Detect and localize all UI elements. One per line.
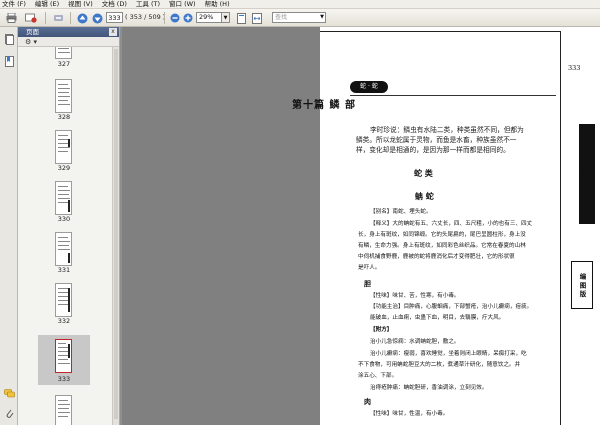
body-line: 【性味】味甘、苦，性寒，有小毒。	[370, 293, 460, 299]
thumbnail-page[interactable]: 328	[38, 76, 90, 122]
pages-panel-title: 页面	[26, 28, 39, 36]
menu-view[interactable]: 视图 (V)	[68, 0, 93, 9]
pages-panel-icon[interactable]	[3, 33, 15, 45]
fit-width-icon[interactable]	[251, 12, 263, 24]
header-emblem: 蛇 · 蛇	[350, 81, 388, 93]
bookmarks-icon[interactable]	[3, 55, 15, 67]
menu-help[interactable]: 帮助 (H)	[205, 0, 230, 9]
menu-edit[interactable]: 编辑 (E)	[35, 0, 59, 9]
comments-icon[interactable]	[3, 387, 15, 399]
thumbnail-label: 331	[57, 266, 71, 274]
section-title: 蛇 类	[414, 168, 433, 178]
zoom-out-icon[interactable]	[169, 12, 181, 24]
thumbnail-label: 329	[57, 164, 71, 172]
body-line: 【性味】味甘，性温，有小毒。	[370, 411, 449, 417]
thumbnail-scrollbar[interactable]	[112, 47, 119, 425]
close-icon[interactable]: x	[109, 28, 117, 36]
toolbar-separator	[164, 12, 165, 24]
body-line: 【别名】南蛇、埋头蛇。	[370, 209, 432, 215]
body-line: 【功能主治】目肿痛，心腹蛔痛，下部蟹疮，治小儿癫痫，疳痰。	[370, 304, 533, 310]
fit-page-icon[interactable]	[235, 12, 247, 24]
print-icon[interactable]	[4, 12, 18, 24]
fufang-label: 【附方】	[370, 327, 393, 333]
zoom-in-icon[interactable]	[182, 12, 194, 24]
thumbnail-page[interactable]: 327	[38, 47, 90, 71]
thumbnail-label: 333	[57, 375, 71, 383]
intro-line: 鳞类。所以龙蛇属于灵物，而鱼是水畜，种族虽然不一	[356, 136, 517, 144]
heading-rou: 肉	[364, 397, 371, 406]
thumbnail-label: 330	[57, 215, 71, 223]
page-margin-strip	[561, 32, 600, 425]
edition-label: 编 图 版	[571, 261, 593, 309]
thumbnail-label: 328	[57, 113, 71, 121]
thumbnail-page[interactable]: 329	[38, 127, 90, 173]
toolbar: 333 ( 353 / 509 ) 29% ▼ 查找 ▼	[0, 9, 600, 27]
body-line: 治小儿急惊痫：水调蚺蛇胆，敷之。	[370, 339, 460, 345]
intro-line: 样，变化却是相通的，是因为那一样而都是相同的。	[356, 146, 510, 154]
subsection-title: 蚺 蛇	[415, 191, 434, 201]
chapter-title: 第十篇 鳞 部	[292, 100, 356, 111]
header-rule	[350, 95, 556, 96]
pages-panel-header: 页面 x	[18, 27, 119, 37]
body-line: 不下食物，可用蚺蛇胆豆大的二枚，煮通草汁研化，随意饮之。并	[358, 362, 521, 368]
body-line: 治痔疮肿痛：蚺蛇胆研，香油调涂，立刻见效。	[370, 385, 488, 391]
find-dropdown-icon[interactable]: ▼	[318, 12, 326, 23]
body-line: 治小儿癫痫：瘦弱，喜欢睡觉，坐着则闭上眼睛，呆痴打采，吃	[370, 351, 527, 357]
navigation-rail	[0, 27, 18, 425]
thumbnail-list: 327 328 329 330 331 332 333	[18, 47, 112, 425]
next-page-icon[interactable]	[91, 12, 103, 24]
body-line: 能破血，止血痢，虫蛊下血，明目，去翳膜，疗大风。	[370, 315, 505, 321]
email-icon[interactable]	[24, 12, 38, 24]
thumbnail-page[interactable]: 332	[38, 280, 90, 326]
page-count-label: ( 353 / 509 )	[125, 13, 166, 21]
pages-panel-toolbar: ⚙ ▾	[18, 37, 119, 47]
pages-panel: 页面 x ⚙ ▾ 327 328 329 330 331 332 333	[18, 27, 120, 425]
toolbar-separator	[70, 12, 71, 24]
attachments-icon[interactable]	[3, 407, 15, 419]
previous-page-icon[interactable]	[76, 12, 88, 24]
zoom-dropdown-icon[interactable]: ▼	[222, 12, 230, 23]
intro-line: 李时珍说：鳞虫有水陆二类，种类虽然不同，但都为	[370, 126, 524, 134]
thumbnail-page[interactable]: 330	[38, 178, 90, 224]
scrollbar-thumb[interactable]	[114, 49, 118, 419]
menu-tools[interactable]: 工具 (T)	[136, 0, 160, 9]
menu-bar: 文件 (F) 编辑 (E) 视图 (V) 文档 (D) 工具 (T) 窗口 (W…	[0, 0, 600, 9]
body-line: 长，身上有斑纹，如同锦缎。它的头尾扁的，尾巴呈圆柱形，身上没	[358, 232, 526, 238]
thumbnail-page-selected[interactable]: 333	[38, 335, 90, 385]
body-line: 中伺机捕食野鹿，鹿被的蛇将鹿消化后才变得肥壮，它的形状很	[358, 254, 515, 260]
zoom-level-input[interactable]: 29%	[196, 12, 222, 23]
options-gear-icon[interactable]: ⚙ ▾	[25, 38, 37, 46]
margin-dot	[581, 167, 593, 179]
page-number: 333	[568, 64, 581, 72]
margin-dot	[581, 149, 593, 161]
hand-tool-icon[interactable]	[51, 12, 65, 24]
menu-document[interactable]: 文档 (D)	[102, 0, 127, 9]
body-line: 涂五心、下部。	[358, 373, 398, 379]
heading-dan: 胆	[364, 279, 371, 288]
page-border-top	[320, 31, 560, 32]
menu-window[interactable]: 窗口 (W)	[169, 0, 196, 9]
current-page-input[interactable]: 333	[106, 12, 123, 23]
toolbar-separator	[45, 12, 46, 24]
body-line: 【释义】大的蚺蛇有五、六丈长，四、五尺粗，小的也有三、四丈	[370, 221, 533, 227]
thumbnail-label: 327	[57, 60, 71, 68]
body-line: 是吓人。	[358, 265, 381, 271]
thumbnail-page[interactable]	[38, 392, 90, 425]
margin-dot	[581, 203, 593, 215]
menu-file[interactable]: 文件 (F)	[2, 0, 26, 9]
margin-dot	[581, 185, 593, 197]
body-line: 有鳞，生命力强。身上有斑纹，如同彩色丝织品。它常在春夏的山林	[358, 243, 526, 249]
thumbnail-page[interactable]: 331	[38, 229, 90, 275]
thumbnail-label: 332	[57, 317, 71, 325]
